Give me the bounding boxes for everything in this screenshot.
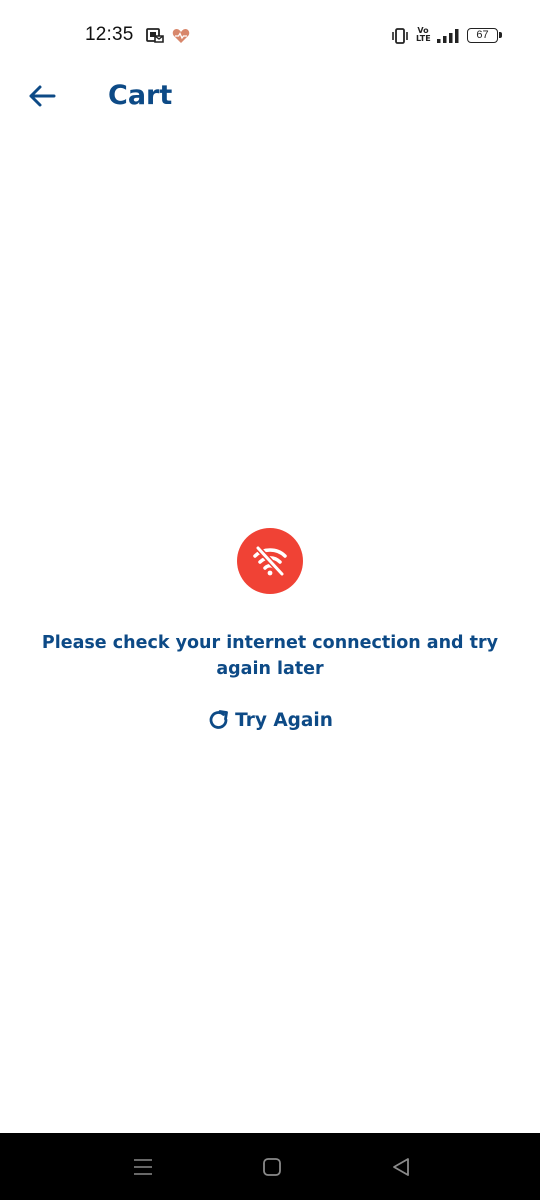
notification-mail-icon xyxy=(146,27,164,44)
try-again-button[interactable]: Try Again xyxy=(207,708,333,732)
no-connection-message-block: Please check your internet connection an… xyxy=(0,528,540,732)
arrow-left-icon xyxy=(28,84,56,113)
wifi-off-icon xyxy=(237,528,303,594)
health-heart-icon xyxy=(172,28,190,44)
status-time: 12:35 xyxy=(85,24,134,45)
menu-lines-icon[interactable] xyxy=(132,1157,154,1177)
back-triangle-icon[interactable] xyxy=(391,1157,411,1177)
page-title: Cart xyxy=(108,80,173,111)
signal-icon xyxy=(436,28,460,44)
home-square-icon[interactable] xyxy=(262,1157,282,1177)
system-nav-bar xyxy=(0,1133,540,1200)
error-message: Please check your internet connection an… xyxy=(41,633,499,679)
refresh-icon xyxy=(207,708,231,732)
volte-label-bottom: LTE xyxy=(416,34,431,43)
status-bar: 12:35 Vo LTE 67 xyxy=(0,0,540,72)
battery-icon: 67 xyxy=(467,28,502,43)
vibrate-icon xyxy=(391,28,409,44)
app-bar: Cart xyxy=(0,72,540,124)
try-again-label: Try Again xyxy=(235,709,333,731)
volte-icon: Vo LTE xyxy=(416,27,431,45)
back-button[interactable] xyxy=(26,82,58,114)
